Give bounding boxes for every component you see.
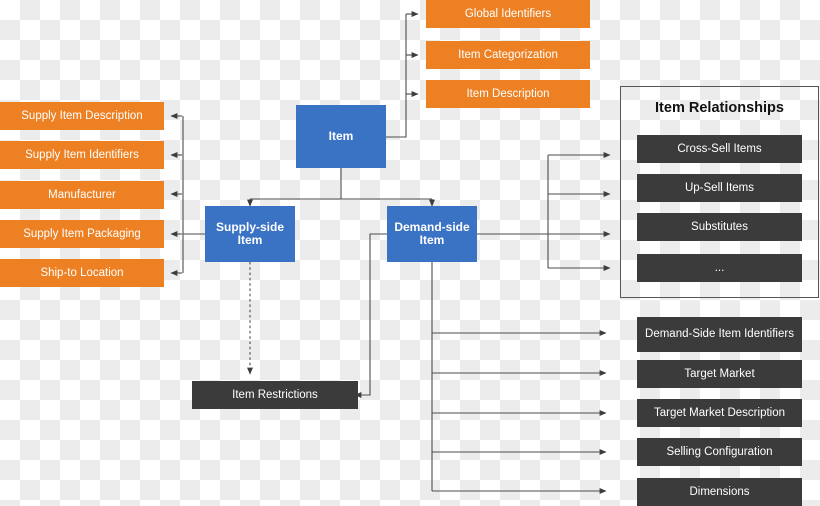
node-global-identifiers[interactable]: Global Identifiers <box>426 0 590 28</box>
node-item-categorization[interactable]: Item Categorization <box>426 41 590 69</box>
node-target-market-description[interactable]: Target Market Description <box>637 399 802 427</box>
item-relationships-panel: Item Relationships <box>620 86 819 298</box>
node-item-restrictions[interactable]: Item Restrictions <box>192 381 358 409</box>
item-relationships-title: Item Relationships <box>655 100 784 116</box>
node-item[interactable]: Item <box>296 105 386 168</box>
node-supply-item-packaging[interactable]: Supply Item Packaging <box>0 220 164 248</box>
node-supply-side-item[interactable]: Supply-side Item <box>205 206 295 262</box>
node-dimensions[interactable]: Dimensions <box>637 478 802 506</box>
node-demand-side-item-identifiers[interactable]: Demand-Side Item Identifiers <box>637 317 802 352</box>
node-item-description[interactable]: Item Description <box>426 80 590 108</box>
node-manufacturer[interactable]: Manufacturer <box>0 181 164 209</box>
node-demand-side-item[interactable]: Demand-side Item <box>387 206 477 262</box>
node-supply-item-identifiers[interactable]: Supply Item Identifiers <box>0 141 164 169</box>
node-supply-item-description[interactable]: Supply Item Description <box>0 102 164 130</box>
node-selling-configuration[interactable]: Selling Configuration <box>637 438 802 466</box>
node-ship-to-location[interactable]: Ship-to Location <box>0 259 164 287</box>
node-target-market[interactable]: Target Market <box>637 360 802 388</box>
